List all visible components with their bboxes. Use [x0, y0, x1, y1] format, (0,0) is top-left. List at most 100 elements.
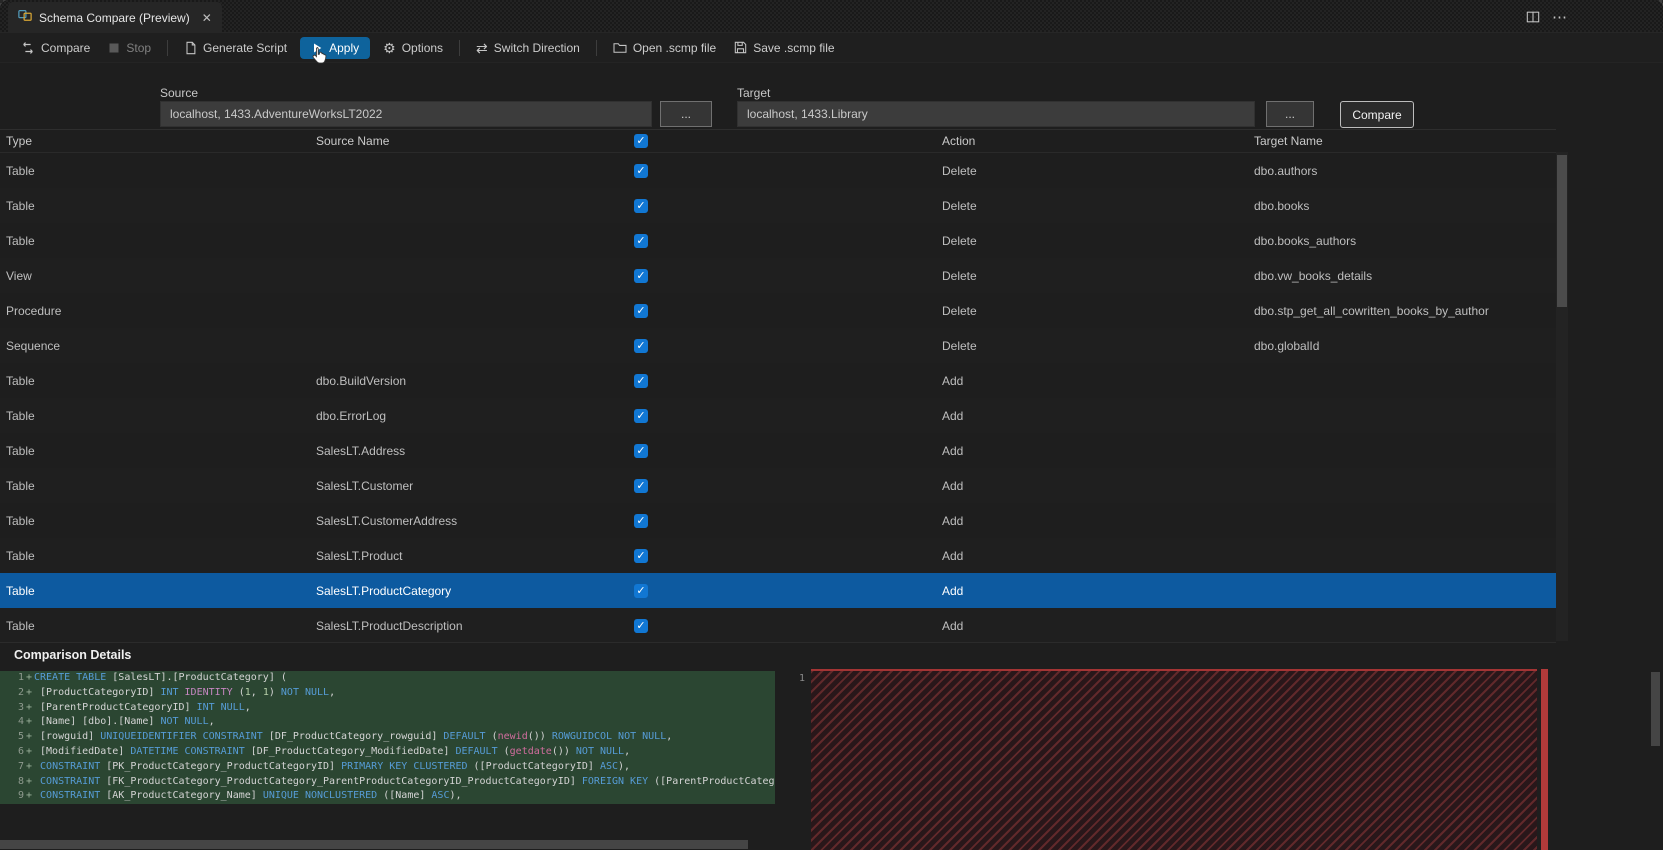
code-line: 2 + [ProductCategoryID] INT IDENTITY (1, … — [0, 685, 775, 701]
cell-action: Add — [942, 408, 964, 423]
grid-row[interactable]: Table dbo.BuildVersion ✓ Add — [0, 363, 1556, 398]
cell-action: Delete — [942, 233, 977, 248]
cell-action: Add — [942, 513, 964, 528]
toolbar-separator — [595, 39, 597, 56]
schema-diff-grid: Type Source Name ✓ Action Target Name Ta… — [0, 129, 1556, 643]
grid-row[interactable]: View ✓ Delete dbo.vw_books_details — [0, 258, 1556, 293]
script-icon — [184, 41, 197, 55]
cell-type: Table — [6, 198, 35, 213]
target-browse-button[interactable]: ... — [1266, 101, 1314, 127]
toolbar-generate-script-button[interactable]: Generate Script — [175, 38, 296, 58]
play-icon — [311, 42, 323, 54]
connection-bar: Source localhost, 1433.AdventureWorksLT2… — [0, 84, 1663, 130]
row-include-checkbox[interactable]: ✓ — [634, 408, 648, 423]
grid-body: Table ✓ Delete dbo.authors Table ✓ Delete dbo.b… — [0, 153, 1556, 643]
code-line: 3 + [ParentProductCategoryID] INT NULL, — [0, 700, 775, 716]
row-include-checkbox[interactable]: ✓ — [634, 513, 648, 528]
cell-action: Add — [942, 548, 964, 563]
split-editor-icon[interactable] — [1526, 10, 1540, 24]
grid-header: Type Source Name ✓ Action Target Name — [0, 130, 1556, 153]
code-line: 9 + CONSTRAINT [AK_ProductCategory_Name] … — [0, 789, 775, 805]
cell-action: Delete — [942, 303, 977, 318]
cell-include: ✓ — [628, 513, 936, 528]
cell-include: ✓ — [628, 233, 936, 248]
open-file-icon — [613, 42, 627, 54]
cell-source-name: SalesLT.ProductCategory — [316, 583, 452, 598]
toolbar-compare-button[interactable]: Compare — [12, 38, 99, 58]
grid-row[interactable]: Table ✓ Delete dbo.books_authors — [0, 223, 1556, 258]
grid-row[interactable]: Table ✓ Delete dbo.books — [0, 188, 1556, 223]
grid-row[interactable]: Table ✓ Delete dbo.authors — [0, 153, 1556, 188]
row-include-checkbox[interactable]: ✓ — [634, 443, 648, 458]
grid-row[interactable]: Table SalesLT.ProductDescription ✓ Add — [0, 608, 1556, 643]
code-line: 6 + [ModifiedDate] DATETIME CONSTRAINT [D… — [0, 744, 775, 760]
grid-row[interactable]: Table SalesLT.CustomerAddress ✓ Add — [0, 503, 1556, 538]
cell-type: Table — [6, 163, 35, 178]
grid-row[interactable]: Procedure ✓ Delete dbo.stp_get_all_cowritte… — [0, 293, 1556, 328]
source-label: Source — [160, 86, 199, 100]
close-tab-icon[interactable]: ✕ — [202, 11, 212, 25]
cell-action: Add — [942, 443, 964, 458]
row-include-checkbox[interactable]: ✓ — [634, 303, 648, 318]
grid-row[interactable]: Table SalesLT.Product ✓ Add — [0, 538, 1556, 573]
header-type[interactable]: Type — [0, 134, 310, 148]
toolbar-stop-button[interactable]: Stop — [99, 38, 160, 58]
cell-action: Delete — [942, 338, 977, 353]
row-include-checkbox[interactable]: ✓ — [634, 618, 648, 633]
source-browse-button[interactable]: ... — [660, 101, 712, 127]
diff-right-line-number: 1 — [798, 673, 805, 684]
row-include-checkbox[interactable]: ✓ — [634, 548, 648, 563]
code-line: 8 + CONSTRAINT [FK_ProductCategory_Produc… — [0, 774, 775, 790]
tab-schema-compare[interactable]: Schema Compare (Preview) ✕ — [8, 2, 222, 33]
toolbar-switch-direction-button[interactable]: ⇄ Switch Direction — [467, 38, 589, 58]
target-input[interactable]: localhost, 1433.Library — [737, 101, 1255, 127]
toolbar-save-scmp-button[interactable]: Save .scmp file — [725, 38, 843, 58]
cell-include: ✓ — [628, 163, 936, 178]
cell-type: Sequence — [6, 338, 61, 353]
cell-include: ✓ — [628, 198, 936, 213]
source-input[interactable]: localhost, 1433.AdventureWorksLT2022 — [160, 101, 652, 127]
cell-include: ✓ — [628, 443, 936, 458]
toolbar: Compare Stop Generate Script Apply ⚙ Options ⇄… — [0, 33, 1663, 63]
toolbar-options-button[interactable]: ⚙ Options — [374, 38, 452, 58]
diff-left-vertical-scrollbar[interactable] — [1651, 672, 1660, 746]
grid-row[interactable]: Table SalesLT.Customer ✓ Add — [0, 468, 1556, 503]
comparison-details-title: Comparison Details — [14, 647, 132, 662]
tab-title: Schema Compare (Preview) — [39, 10, 190, 25]
save-icon — [734, 41, 747, 54]
stop-icon — [108, 42, 120, 54]
diff-left-horizontal-scrollbar[interactable] — [0, 840, 748, 849]
row-include-checkbox[interactable]: ✓ — [634, 268, 648, 283]
header-action[interactable]: Action — [936, 134, 1248, 148]
more-actions-icon[interactable]: ⋯ — [1552, 8, 1568, 26]
row-include-checkbox[interactable]: ✓ — [634, 373, 648, 388]
row-include-checkbox[interactable]: ✓ — [634, 338, 648, 353]
tab-bar: Schema Compare (Preview) ✕ ⋯ — [0, 0, 1663, 33]
grid-row[interactable]: Table SalesLT.Address ✓ Add — [0, 433, 1556, 468]
header-source-name[interactable]: Source Name — [310, 134, 628, 148]
compare-button[interactable]: Compare — [1340, 101, 1414, 128]
header-target-name[interactable]: Target Name — [1248, 134, 1556, 148]
grid-scrollbar-thumb[interactable] — [1557, 155, 1567, 307]
cell-include: ✓ — [628, 548, 936, 563]
cell-include: ✓ — [628, 268, 936, 283]
toolbar-apply-button[interactable]: Apply — [300, 36, 371, 59]
grid-vertical-scrollbar[interactable] — [1556, 152, 1568, 641]
cell-type: Table — [6, 478, 35, 493]
row-include-checkbox[interactable]: ✓ — [634, 583, 648, 598]
grid-row[interactable]: Table SalesLT.ProductCategory ✓ Add — [0, 573, 1556, 608]
cell-target-name: dbo.globalId — [1254, 338, 1320, 353]
select-all-checkbox[interactable]: ✓ — [634, 134, 648, 148]
grid-row[interactable]: Sequence ✓ Delete dbo.globalId — [0, 328, 1556, 363]
cell-target-name: dbo.books — [1254, 198, 1310, 213]
row-include-checkbox[interactable]: ✓ — [634, 163, 648, 178]
row-include-checkbox[interactable]: ✓ — [634, 478, 648, 493]
grid-row[interactable]: Table dbo.ErrorLog ✓ Add — [0, 398, 1556, 433]
schema-compare-window: Schema Compare (Preview) ✕ ⋯ Compare Stop… — [0, 0, 1663, 850]
toolbar-open-scmp-button[interactable]: Open .scmp file — [604, 38, 725, 58]
row-include-checkbox[interactable]: ✓ — [634, 233, 648, 248]
diff-overview-ruler[interactable] — [1541, 669, 1548, 850]
row-include-checkbox[interactable]: ✓ — [634, 198, 648, 213]
cell-target-name: dbo.stp_get_all_cowritten_books_by_autho… — [1254, 303, 1489, 318]
cell-action: Add — [942, 373, 964, 388]
